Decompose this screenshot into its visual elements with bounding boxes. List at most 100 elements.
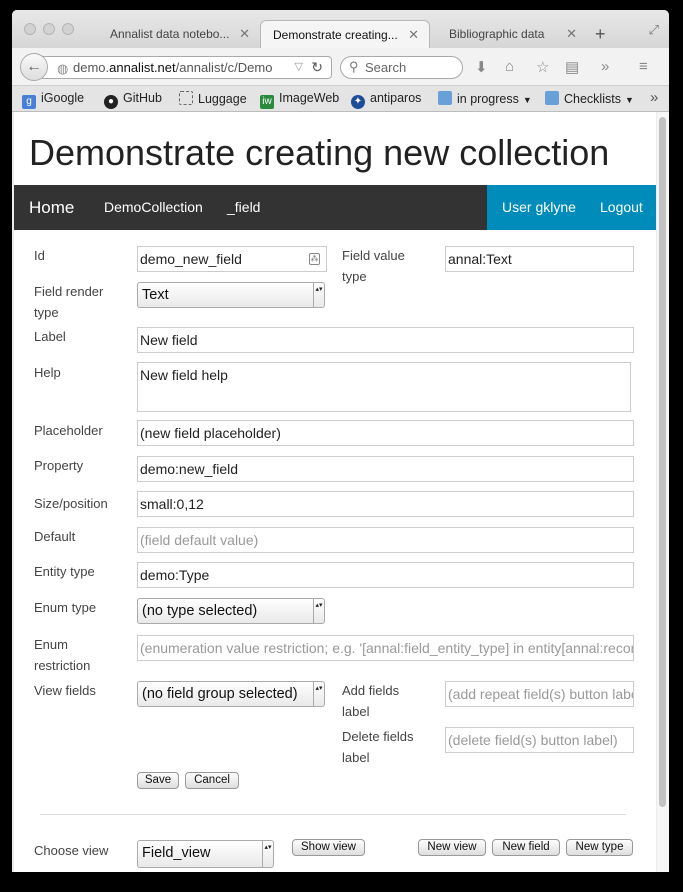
tab-close-icon[interactable]: ✕	[408, 27, 419, 43]
delete-fields-label-field[interactable]: (delete field(s) button label)	[445, 727, 634, 753]
delete-fields-label: Delete fields label	[342, 726, 414, 768]
url-history-chevron-icon[interactable]: ▽	[295, 60, 303, 73]
tab-bar: Annalist data notebo... ✕ Demonstrate cr…	[12, 10, 669, 48]
new-field-button[interactable]: New field	[492, 839, 560, 856]
minimize-window-button[interactable]	[43, 23, 55, 35]
entity-type-field[interactable]: demo:Type	[137, 562, 634, 588]
contact-card-icon: ⁂	[309, 253, 320, 265]
add-fields-label-field[interactable]: (add repeat field(s) button label)	[445, 681, 634, 707]
reload-icon[interactable]: ↻	[311, 59, 323, 76]
globe-icon: ◍	[57, 61, 69, 76]
select-arrow-icon: ▴▾	[313, 682, 324, 706]
bookmark-igoogle[interactable]: g iGoogle	[22, 91, 84, 109]
nav-user-link[interactable]: User gklyne	[502, 185, 576, 230]
default-field[interactable]: (field default value)	[137, 527, 634, 553]
cancel-button[interactable]: Cancel	[185, 772, 239, 789]
enum-restriction-field[interactable]: (enumeration value restriction; e.g. '[a…	[137, 635, 634, 661]
overflow-chevron-icon[interactable]: »	[601, 58, 609, 75]
id-field[interactable]: demo_new_field ⁂	[137, 246, 327, 272]
placeholder-field[interactable]: (new field placeholder)	[137, 420, 634, 446]
property-field[interactable]: demo:new_field	[137, 456, 634, 482]
field-render-type-select[interactable]: Text ▴▾	[137, 282, 325, 308]
view-fields-label: View fields	[34, 683, 96, 698]
scrollbar-thumb[interactable]	[659, 117, 666, 807]
nav-home-link[interactable]: Home	[29, 185, 74, 230]
tab-title: Demonstrate creating...	[273, 28, 398, 42]
select-value: Text	[142, 287, 169, 303]
label-line: type	[342, 269, 367, 284]
chevron-down-icon: ▼	[624, 95, 634, 105]
bookmark-folder-checklists[interactable]: Checklists ▼	[545, 91, 634, 106]
bookmark-label: Checklists	[564, 92, 621, 106]
choose-view-select[interactable]: Field_view ▴▾	[137, 840, 274, 868]
menu-icon[interactable]: ≡	[639, 58, 648, 75]
field-value-type-field[interactable]: annal:Text	[445, 246, 634, 272]
choose-view-label: Choose view	[34, 843, 109, 858]
help-textarea[interactable]: New field help	[137, 362, 631, 412]
chevron-down-icon: ▼	[522, 95, 532, 105]
label-line: label	[342, 704, 370, 719]
tab-close-icon[interactable]: ✕	[239, 26, 250, 42]
bookmark-luggage[interactable]: Luggage	[179, 91, 247, 106]
placeholder-label: Placeholder	[34, 423, 103, 438]
tab-annalist-notebook[interactable]: Annalist data notebo... ✕	[98, 20, 260, 48]
save-button[interactable]: Save	[137, 772, 179, 789]
search-icon: ⚲	[349, 59, 359, 74]
bookmark-folder-in-progress[interactable]: in progress ▼	[438, 91, 532, 106]
enum-type-label: Enum type	[34, 600, 97, 615]
back-arrow-icon: ←	[26, 58, 42, 75]
new-tab-icon[interactable]: +	[595, 24, 606, 45]
divider	[40, 814, 626, 815]
label-line: label	[342, 750, 370, 765]
page-scrollbar[interactable]	[657, 112, 669, 872]
search-input[interactable]: ⚲ Search	[340, 56, 463, 79]
url-bar[interactable]: ◍ demo.annalist.net/annalist/c/Demo ▽ ↻	[42, 56, 332, 79]
nav-logout-link[interactable]: Logout	[600, 185, 643, 230]
fullscreen-icon[interactable]: ⤢	[649, 22, 659, 38]
tab-demonstrate-creating[interactable]: Demonstrate creating... ✕	[260, 20, 430, 48]
reading-list-icon[interactable]: ▤	[565, 58, 579, 76]
property-label: Property	[34, 458, 84, 473]
label-line: Delete fields	[342, 729, 414, 744]
label-line: Field value	[342, 248, 405, 263]
folder-icon	[545, 91, 559, 105]
field-render-type-label: Field render type	[34, 281, 103, 323]
id-value: demo_new_field	[140, 251, 242, 267]
home-icon[interactable]: ⌂	[505, 58, 514, 75]
close-window-button[interactable]	[24, 23, 36, 35]
download-icon[interactable]: ⬇	[475, 58, 488, 76]
size-position-field[interactable]: small:0,12	[137, 491, 634, 517]
view-fields-select[interactable]: (no field group selected) ▴▾	[137, 681, 325, 707]
new-view-button[interactable]: New view	[418, 839, 486, 856]
label-label: Label	[34, 329, 66, 344]
imageweb-icon: iw	[260, 95, 274, 109]
nav-type-link[interactable]: _field	[227, 185, 260, 230]
bookmark-imageweb[interactable]: iw ImageWeb	[260, 91, 339, 109]
zoom-window-button[interactable]	[62, 23, 74, 35]
enum-type-select[interactable]: (no type selected) ▴▾	[137, 598, 325, 624]
bookmark-github[interactable]: ● GitHub	[104, 91, 162, 109]
nav-collection-link[interactable]: DemoCollection	[104, 185, 203, 230]
bookmarks-overflow-icon[interactable]: »	[650, 89, 658, 106]
navigation-toolbar: ◍ demo.annalist.net/annalist/c/Demo ▽ ↻ …	[12, 48, 669, 86]
bookmark-antiparos[interactable]: ✦ antiparos	[351, 91, 421, 109]
select-arrow-icon: ▴▾	[262, 841, 273, 867]
url-host: annalist.net	[109, 60, 176, 75]
show-view-button[interactable]: Show view	[292, 839, 365, 856]
label-line: type	[34, 305, 59, 320]
select-arrow-icon: ▴▾	[313, 599, 324, 623]
enum-restriction-label: Enum restriction	[34, 634, 90, 676]
top-navigation: Home DemoCollection _field User gklyne L…	[14, 185, 656, 230]
bookmarks-bar: g iGoogle ● GitHub Luggage iw ImageWeb ✦ ant…	[12, 86, 669, 112]
label-field[interactable]: New field	[137, 327, 634, 353]
antiparos-icon: ✦	[351, 95, 365, 109]
bookmark-label: antiparos	[370, 91, 422, 105]
bookmark-star-icon[interactable]: ☆	[536, 58, 549, 76]
new-type-button[interactable]: New type	[566, 839, 633, 856]
tab-close-icon[interactable]: ✕	[566, 26, 577, 42]
back-button[interactable]: ←	[20, 53, 48, 81]
label-line: Field render	[34, 284, 104, 299]
dashed-box-icon	[179, 91, 193, 105]
bookmark-label: ImageWeb	[279, 91, 340, 105]
tab-bibliographic-data[interactable]: Bibliographic data ✕	[437, 20, 587, 48]
